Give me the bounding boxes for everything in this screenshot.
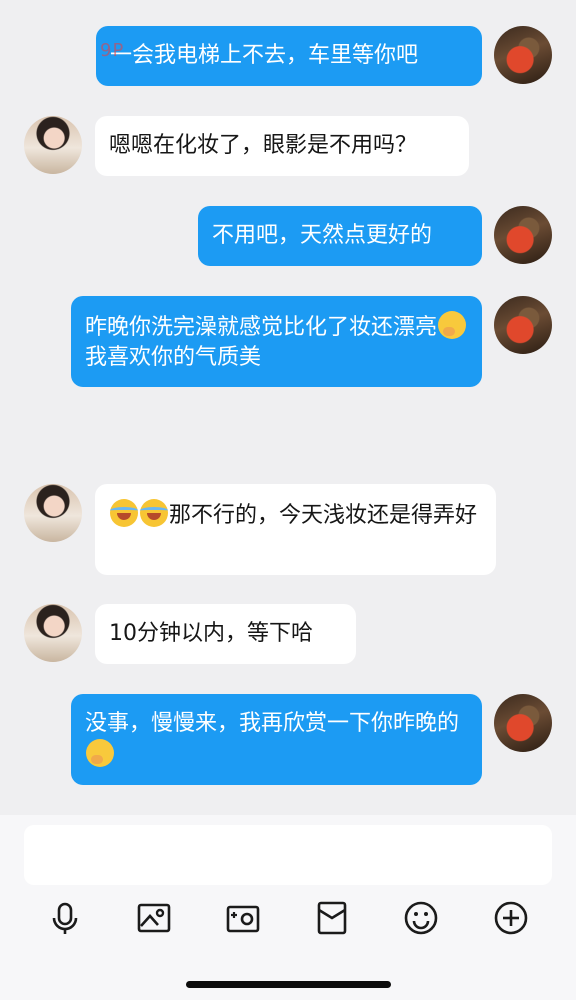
message-text: 我喜欢你的气质美 <box>85 345 262 370</box>
contact-avatar[interactable] <box>24 604 82 662</box>
message-bubble-received[interactable]: 那不行的，今天浅妆还是得弄好 <box>95 484 496 575</box>
laugh-cry-emoji-icon <box>110 499 138 527</box>
message-bubble-sent[interactable]: 没事，慢慢来，我再欣赏一下你昨晚的 <box>71 694 482 785</box>
message-bubble-received[interactable]: 10分钟以内，等下哈 <box>95 604 356 664</box>
home-indicator[interactable] <box>186 981 391 988</box>
camera-icon[interactable] <box>225 900 261 936</box>
chat-thread[interactable]: 一会我电梯上不去，车里等你吧 9P 嗯嗯在化妆了，眼影是不用吗？ 不用吧，天然点… <box>0 0 576 815</box>
message-text: 那不行的，今天浅妆还是得弄好 <box>169 503 478 528</box>
message-text: 不用吧，天然点更好的 <box>212 223 433 248</box>
plus-icon[interactable] <box>493 900 529 936</box>
my-avatar[interactable] <box>494 26 552 84</box>
watermark: 9P <box>100 40 125 61</box>
laugh-cry-emoji-icon <box>140 499 168 527</box>
contact-avatar[interactable] <box>24 484 82 542</box>
contact-avatar[interactable] <box>24 116 82 174</box>
my-avatar[interactable] <box>494 206 552 264</box>
message-bubble-received[interactable]: 嗯嗯在化妆了，眼影是不用吗？ <box>95 116 469 176</box>
message-text: 没事，慢慢来，我再欣赏一下你昨晚的 <box>85 711 460 736</box>
composer-bar <box>0 815 576 1000</box>
my-avatar[interactable] <box>494 694 552 752</box>
giggle-emoji-icon <box>438 311 467 339</box>
message-bubble-sent[interactable]: 不用吧，天然点更好的 <box>198 206 482 266</box>
emoji-icon[interactable] <box>403 900 439 936</box>
message-bubble-sent[interactable]: 一会我电梯上不去，车里等你吧 <box>96 26 482 86</box>
message-text: 昨晚你洗完澡就感觉比化了妆还漂亮 <box>85 315 438 340</box>
red-packet-icon[interactable] <box>314 900 350 936</box>
giggle-emoji-icon <box>86 739 114 767</box>
image-icon[interactable] <box>136 900 172 936</box>
message-bubble-sent[interactable]: 昨晚你洗完澡就感觉比化了妆还漂亮我喜欢你的气质美 <box>71 296 482 387</box>
message-text: 10分钟以内，等下哈 <box>109 621 313 646</box>
my-avatar[interactable] <box>494 296 552 354</box>
message-text: 一会我电梯上不去，车里等你吧 <box>110 43 419 68</box>
microphone-icon[interactable] <box>47 900 83 936</box>
message-text: 嗯嗯在化妆了，眼影是不用吗？ <box>109 133 418 158</box>
message-input[interactable] <box>24 825 552 885</box>
